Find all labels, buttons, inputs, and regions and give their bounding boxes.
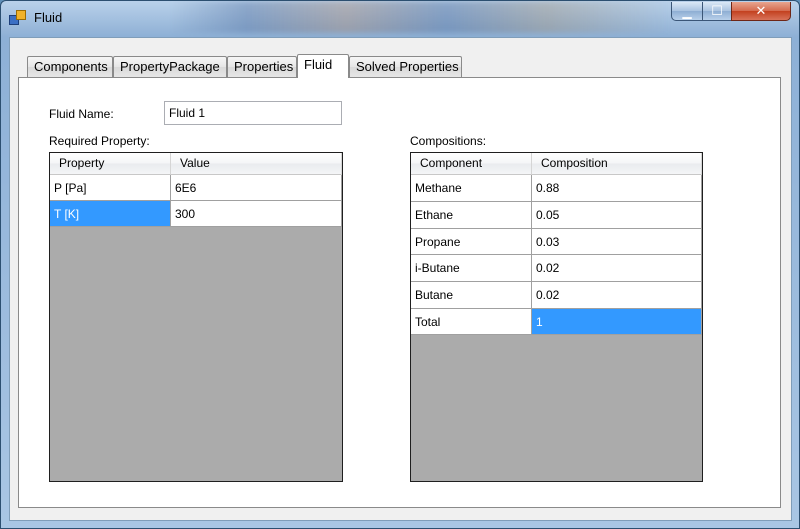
tab-properties[interactable]: Properties (227, 56, 297, 77)
minimize-button[interactable]: ▁ (671, 2, 703, 21)
cell-composition[interactable]: 0.03 (532, 229, 702, 255)
tab-components[interactable]: Components (27, 56, 113, 77)
cell-component[interactable]: Butane (411, 282, 532, 309)
compositions-label: Compositions: (410, 134, 487, 148)
cell-value[interactable]: 6E6 (171, 175, 342, 201)
maximize-icon: ☐ (711, 3, 723, 18)
column-header-composition[interactable]: Composition (532, 153, 702, 175)
title-bar-glass (171, 1, 671, 33)
compositions-grid[interactable]: Component Composition Methane 0.88 Ethan… (410, 152, 703, 482)
minimize-icon: ▁ (682, 5, 692, 19)
cell-composition[interactable]: 0.05 (532, 202, 702, 229)
tab-property-package[interactable]: PropertyPackage (113, 56, 227, 77)
cell-composition[interactable]: 0.02 (532, 282, 702, 309)
close-icon: ✕ (755, 3, 767, 18)
tab-page-fluid: Fluid Name: Fluid 1 Required Property: P… (18, 77, 781, 508)
required-property-label: Required Property: (49, 134, 150, 148)
close-button[interactable]: ✕ (731, 2, 791, 21)
cell-component[interactable]: i-Butane (411, 255, 532, 282)
cell-component-total[interactable]: Total (411, 309, 532, 335)
window-title: Fluid (34, 10, 63, 25)
app-icon[interactable] (9, 10, 27, 26)
column-header-value[interactable]: Value (171, 153, 342, 175)
column-header-component[interactable]: Component (411, 153, 532, 175)
maximize-button[interactable]: ☐ (702, 2, 732, 21)
cell-value[interactable]: 300 (171, 201, 342, 227)
fluid-name-label: Fluid Name: (49, 107, 114, 121)
fluid-window: Fluid ▁ ☐ ✕ Components PropertyPackage P… (0, 0, 800, 529)
fluid-name-input[interactable]: Fluid 1 (164, 101, 342, 125)
required-property-grid[interactable]: Property Value P [Pa] 6E6 T [K] 300 (49, 152, 343, 482)
cell-component[interactable]: Methane (411, 175, 532, 202)
cell-component[interactable]: Ethane (411, 202, 532, 229)
title-bar[interactable]: Fluid ▁ ☐ ✕ (1, 1, 799, 35)
cell-composition[interactable]: 0.02 (532, 255, 702, 282)
tab-solved-properties[interactable]: Solved Properties (349, 56, 462, 77)
cell-composition[interactable]: 0.88 (532, 175, 702, 202)
column-header-property[interactable]: Property (50, 153, 171, 175)
cell-component[interactable]: Propane (411, 229, 532, 255)
app-icon-orange-square (16, 10, 26, 20)
cell-composition-total-selected[interactable]: 1 (532, 309, 702, 335)
tab-fluid[interactable]: Fluid (297, 54, 349, 78)
cell-property-selected[interactable]: T [K] (50, 201, 171, 227)
cell-property[interactable]: P [Pa] (50, 175, 171, 201)
